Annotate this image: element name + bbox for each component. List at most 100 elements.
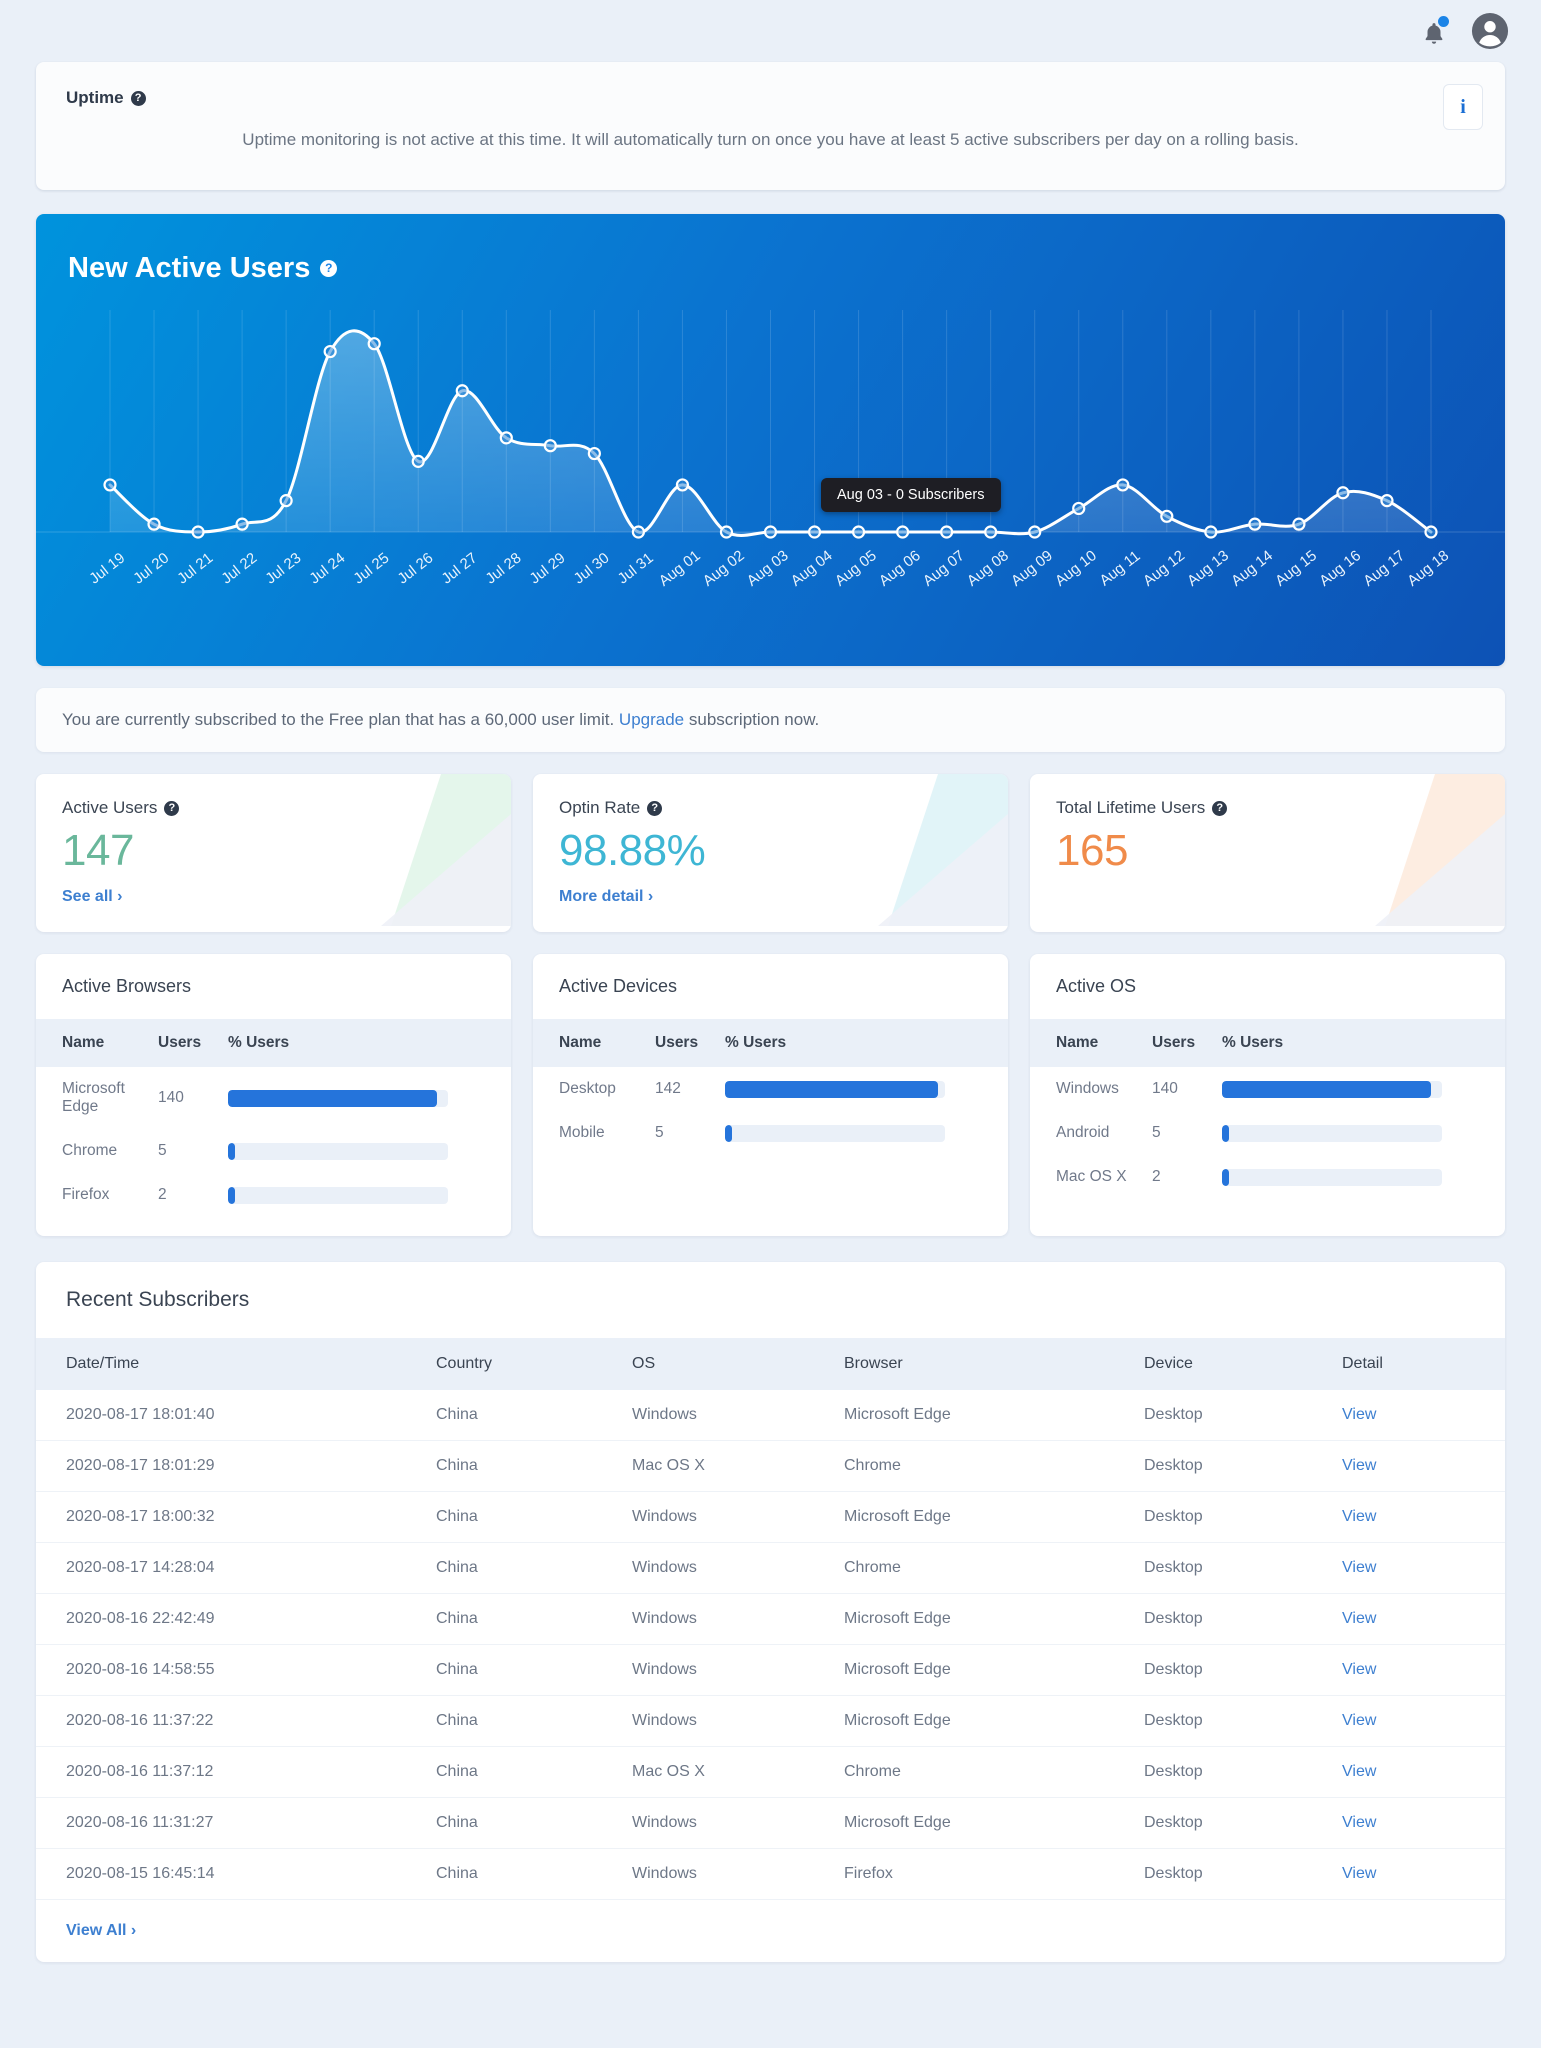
cell-pct-users bbox=[218, 1067, 511, 1129]
column-header-name: Name bbox=[1030, 1019, 1142, 1067]
view-detail-link[interactable]: View bbox=[1342, 1406, 1376, 1423]
cell-users: 5 bbox=[655, 1124, 664, 1141]
cell-name: Desktop bbox=[559, 1080, 616, 1097]
stat-value: 98.88% bbox=[559, 826, 706, 875]
view-all-label: View All bbox=[66, 1922, 127, 1939]
cell-pct-users bbox=[1212, 1111, 1505, 1155]
mini-table-header-row: Name Users % Users bbox=[1030, 1019, 1505, 1067]
cell-detail: View bbox=[1332, 1644, 1505, 1696]
stat-label: Total Lifetime Users ? bbox=[1056, 798, 1479, 818]
user-avatar-icon[interactable] bbox=[1471, 12, 1509, 50]
column-header-pct-users: % Users bbox=[715, 1019, 1008, 1067]
stat-card-active-users: Active Users ? 147 See all › bbox=[36, 774, 511, 932]
cell-device: Desktop bbox=[1134, 1746, 1332, 1798]
cell-pct-users bbox=[1212, 1067, 1505, 1111]
cell-country: China bbox=[426, 1542, 622, 1594]
cell-browser: Chrome bbox=[834, 1746, 1134, 1798]
svg-text:Aug 07: Aug 07 bbox=[920, 547, 968, 590]
cell-os: Windows bbox=[622, 1797, 834, 1849]
uptime-info-button[interactable]: i bbox=[1443, 84, 1483, 130]
progress-bar-fill bbox=[228, 1142, 236, 1160]
cell-country: China bbox=[426, 1797, 622, 1849]
svg-text:Jul 22: Jul 22 bbox=[218, 549, 260, 587]
table-row: Desktop 142 bbox=[533, 1067, 1008, 1111]
cell-detail: View bbox=[1332, 1695, 1505, 1747]
see-all-link[interactable]: See all › bbox=[62, 888, 122, 906]
upgrade-link[interactable]: Upgrade bbox=[619, 710, 684, 729]
column-header-name: Name bbox=[533, 1019, 645, 1067]
cell-detail: View bbox=[1332, 1746, 1505, 1798]
svg-text:Aug 03: Aug 03 bbox=[744, 547, 792, 590]
help-icon[interactable]: ? bbox=[320, 260, 338, 277]
progress-bar-track bbox=[1222, 1168, 1442, 1186]
cell-datetime: 2020-08-16 11:37:22 bbox=[36, 1695, 426, 1747]
svg-text:Jul 24: Jul 24 bbox=[306, 549, 348, 587]
column-header-browser: Browser bbox=[834, 1338, 1134, 1390]
table-header-row: Date/Time Country OS Browser Device Deta… bbox=[36, 1338, 1505, 1390]
top-bar bbox=[0, 0, 1541, 62]
cell-detail: View bbox=[1332, 1440, 1505, 1492]
view-detail-link[interactable]: View bbox=[1342, 1610, 1376, 1627]
progress-bar-track bbox=[725, 1124, 945, 1142]
stats-row: Active Users ? 147 See all › Optin Rate … bbox=[36, 774, 1505, 932]
table-row: Mac OS X 2 bbox=[1030, 1155, 1505, 1199]
column-header-country: Country bbox=[426, 1338, 622, 1390]
notifications-button[interactable] bbox=[1419, 14, 1449, 48]
cell-datetime: 2020-08-16 22:42:49 bbox=[36, 1593, 426, 1645]
view-detail-link[interactable]: View bbox=[1342, 1508, 1376, 1525]
view-all-link[interactable]: View All › bbox=[36, 1900, 1505, 1962]
cell-browser: Microsoft Edge bbox=[834, 1644, 1134, 1696]
cell-name: Android bbox=[1056, 1124, 1110, 1141]
svg-text:Aug 16: Aug 16 bbox=[1316, 547, 1364, 590]
mini-table-title: Active OS bbox=[1056, 976, 1137, 996]
view-detail-link[interactable]: View bbox=[1342, 1814, 1376, 1831]
view-detail-link[interactable]: View bbox=[1342, 1559, 1376, 1576]
cell-os: Windows bbox=[622, 1491, 834, 1543]
cell-detail: View bbox=[1332, 1593, 1505, 1645]
help-icon[interactable]: ? bbox=[130, 90, 146, 106]
cell-country: China bbox=[426, 1593, 622, 1645]
stat-card-total-lifetime-users: Total Lifetime Users ? 165 bbox=[1030, 774, 1505, 932]
cell-os: Windows bbox=[622, 1390, 834, 1441]
svg-text:Jul 28: Jul 28 bbox=[483, 549, 525, 587]
cell-device: Desktop bbox=[1134, 1797, 1332, 1849]
table-row: 2020-08-16 22:42:49 China Windows Microsoft… bbox=[36, 1593, 1505, 1645]
chart-tooltip: Aug 03 - 0 Subscribers bbox=[821, 478, 1001, 512]
cell-device: Desktop bbox=[1134, 1695, 1332, 1747]
table-row: Mobile 5 bbox=[533, 1111, 1008, 1155]
progress-bar-track bbox=[1222, 1124, 1442, 1142]
cell-os: Mac OS X bbox=[622, 1746, 834, 1798]
mini-table: Name Users % Users Desktop 142 Mobile 5 bbox=[533, 1019, 1008, 1155]
recent-subscribers-title: Recent Subscribers bbox=[66, 1288, 250, 1311]
more-detail-link[interactable]: More detail › bbox=[559, 888, 653, 906]
view-detail-link[interactable]: View bbox=[1342, 1712, 1376, 1729]
chart-svg: Jul 19 Jul 20 Jul 21 Jul 22 Jul 23 Jul 24 Jul … bbox=[36, 310, 1505, 590]
cell-detail: View bbox=[1332, 1491, 1505, 1543]
help-icon[interactable]: ? bbox=[647, 800, 663, 816]
chart-plot-area[interactable]: Jul 19 Jul 20 Jul 21 Jul 22 Jul 23 Jul 24 Jul … bbox=[36, 310, 1505, 666]
column-header-detail: Detail bbox=[1332, 1338, 1505, 1390]
stat-label-text: Active Users bbox=[62, 798, 158, 817]
help-icon[interactable]: ? bbox=[164, 800, 180, 816]
mini-table-body: Desktop 142 Mobile 5 bbox=[533, 1067, 1008, 1155]
svg-text:Jul 19: Jul 19 bbox=[86, 549, 128, 587]
help-icon[interactable]: ? bbox=[1212, 800, 1228, 816]
cell-name: Windows bbox=[1056, 1080, 1119, 1097]
view-detail-link[interactable]: View bbox=[1342, 1865, 1376, 1882]
recent-subscribers-table: Date/Time Country OS Browser Device Deta… bbox=[36, 1338, 1505, 1900]
svg-text:Jul 31: Jul 31 bbox=[615, 549, 657, 587]
table-row: 2020-08-16 14:58:55 China Windows Microsoft… bbox=[36, 1644, 1505, 1696]
cell-device: Desktop bbox=[1134, 1848, 1332, 1900]
cell-datetime: 2020-08-15 16:45:14 bbox=[36, 1848, 426, 1900]
view-detail-link[interactable]: View bbox=[1342, 1457, 1376, 1474]
table-row: Android 5 bbox=[1030, 1111, 1505, 1155]
stat-card-optin-rate: Optin Rate ? 98.88% More detail › bbox=[533, 774, 1008, 932]
column-header-name: Name bbox=[36, 1019, 148, 1067]
progress-bar-fill bbox=[725, 1080, 938, 1098]
view-detail-link[interactable]: View bbox=[1342, 1763, 1376, 1780]
progress-bar-track bbox=[228, 1089, 448, 1107]
svg-text:Jul 21: Jul 21 bbox=[174, 549, 216, 587]
cell-detail: View bbox=[1332, 1542, 1505, 1594]
cell-device: Desktop bbox=[1134, 1542, 1332, 1594]
view-detail-link[interactable]: View bbox=[1342, 1661, 1376, 1678]
